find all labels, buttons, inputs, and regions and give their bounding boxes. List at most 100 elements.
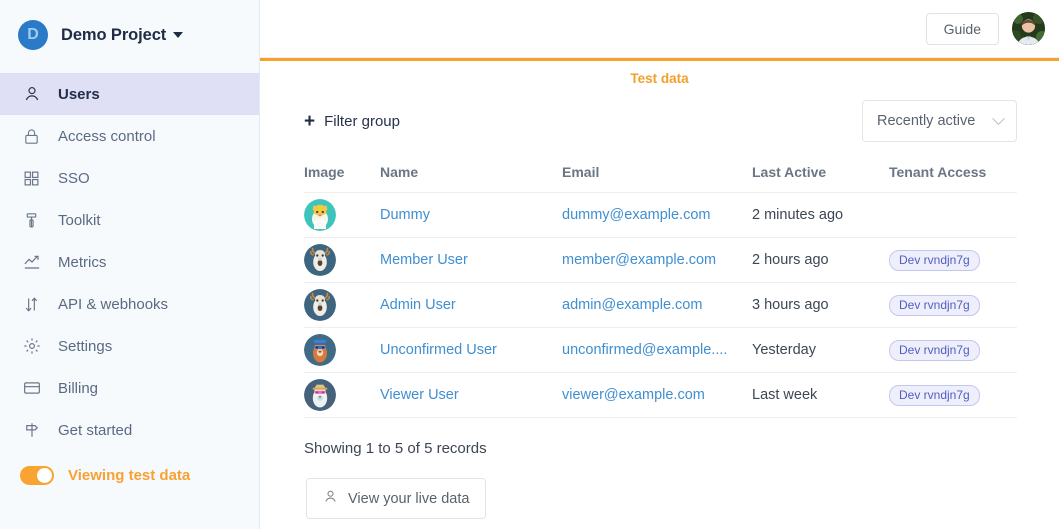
column-header-tenant-access: Tenant Access (889, 164, 987, 180)
user-name-link[interactable]: Member User (380, 252, 468, 268)
sidebar-item-billing[interactable]: Billing (0, 367, 259, 409)
credit-card-icon (22, 379, 41, 398)
chevron-down-icon (992, 111, 1005, 125)
cell-tenant-access: Dev rvndjn7g (889, 283, 1017, 328)
cell-last-active: Yesterday (752, 342, 816, 358)
toolkit-icon (22, 211, 41, 230)
cell-image (304, 238, 380, 283)
user-email-link[interactable]: unconfirmed@example.... (562, 342, 740, 358)
table-row[interactable]: Dummy dummy@example.com 2 minutes ago (304, 193, 1017, 238)
sort-select-value: Recently active (877, 113, 976, 129)
sidebar: D Demo Project Users Access control SSO … (0, 0, 260, 529)
viewing-test-data-label: Viewing test data (68, 466, 191, 484)
plus-icon: + (304, 110, 316, 132)
viewing-test-data-toggle[interactable]: Viewing test data (0, 454, 259, 496)
cell-email: admin@example.com (562, 283, 752, 328)
user-avatar-icon (304, 244, 336, 276)
sidebar-item-label: Access control (58, 127, 156, 145)
tenant-badge[interactable]: Dev rvndjn7g (889, 384, 980, 406)
table-row[interactable]: Unconfirmed User unconfirmed@example....… (304, 328, 1017, 373)
column-header-name: Name (380, 164, 419, 180)
cell-name: Member User (380, 238, 562, 283)
user-icon (22, 85, 41, 104)
sidebar-item-users[interactable]: Users (0, 73, 259, 115)
sidebar-item-label: SSO (58, 169, 90, 187)
sidebar-item-api-webhooks[interactable]: API & webhooks (0, 283, 259, 325)
cell-image (304, 193, 380, 238)
cell-name: Viewer User (380, 373, 562, 418)
topbar: Guide (260, 0, 1059, 58)
sidebar-item-access-control[interactable]: Access control (0, 115, 259, 157)
table-row[interactable]: Admin User admin@example.com 3 hours ago… (304, 283, 1017, 328)
sidebar-item-metrics[interactable]: Metrics (0, 241, 259, 283)
user-email-link[interactable]: admin@example.com (562, 297, 740, 313)
view-live-data-label: View your live data (348, 490, 470, 507)
users-table: Image Name Email Last Active Tenant Acce… (304, 164, 1017, 418)
table-row[interactable]: Member User member@example.com 2 hours a… (304, 238, 1017, 283)
sidebar-item-label: Users (58, 85, 100, 103)
column-header-email: Email (562, 164, 600, 180)
sidebar-item-label: Metrics (58, 253, 107, 271)
cell-email: viewer@example.com (562, 373, 752, 418)
guide-button[interactable]: Guide (925, 12, 999, 45)
user-email-link[interactable]: member@example.com (562, 252, 740, 268)
chevron-down-icon (173, 32, 184, 38)
gear-icon (22, 337, 41, 356)
trending-up-icon (22, 253, 41, 272)
grid-icon (22, 169, 41, 188)
signpost-icon (22, 421, 41, 440)
user-avatar-icon (304, 334, 336, 366)
app-root: D Demo Project Users Access control SSO … (0, 0, 1059, 529)
sidebar-item-settings[interactable]: Settings (0, 325, 259, 367)
cell-image (304, 328, 380, 373)
cell-tenant-access: Dev rvndjn7g (889, 373, 1017, 418)
sidebar-item-toolkit[interactable]: Toolkit (0, 199, 259, 241)
toggle-switch-icon[interactable] (20, 465, 54, 485)
sidebar-item-label: Settings (58, 337, 113, 355)
cell-tenant-access: Dev rvndjn7g (889, 238, 1017, 283)
sidebar-item-sso[interactable]: SSO (0, 157, 259, 199)
cell-email: dummy@example.com (562, 193, 752, 238)
user-name-link[interactable]: Unconfirmed User (380, 342, 497, 358)
avatar[interactable] (1012, 12, 1045, 45)
cell-email: unconfirmed@example.... (562, 328, 752, 373)
tenant-badge[interactable]: Dev rvndjn7g (889, 294, 980, 316)
records-count: Showing 1 to 5 of 5 records (304, 440, 487, 457)
project-switcher[interactable]: D Demo Project (0, 0, 259, 70)
sort-select[interactable]: Recently active (862, 100, 1017, 142)
user-name-link[interactable]: Admin User (380, 297, 456, 313)
user-name-link[interactable]: Viewer User (380, 387, 459, 403)
filter-group-label: Filter group (324, 112, 400, 130)
users-table-wrapper: Image Name Email Last Active Tenant Acce… (260, 164, 1059, 418)
cell-last-active: 3 hours ago (752, 297, 829, 313)
sidebar-item-label: Toolkit (58, 211, 101, 229)
cell-image (304, 283, 380, 328)
table-controls: + Filter group Recently active (260, 86, 1059, 142)
main-content: Guide Test data + Filter group Recently … (260, 0, 1059, 529)
cell-tenant-access (889, 193, 1017, 238)
project-avatar: D (18, 20, 48, 50)
user-email-link[interactable]: viewer@example.com (562, 387, 740, 403)
user-avatar-icon (304, 379, 336, 411)
cell-last-active: Last week (752, 387, 818, 403)
add-filter-group-button[interactable]: + Filter group (304, 112, 400, 131)
tenant-badge[interactable]: Dev rvndjn7g (889, 249, 980, 271)
table-row[interactable]: Viewer User viewer@example.com Last week… (304, 373, 1017, 418)
user-name-link[interactable]: Dummy (380, 207, 430, 223)
cell-last-active: 2 minutes ago (752, 207, 844, 223)
sidebar-item-label: Billing (58, 379, 99, 397)
user-email-link[interactable]: dummy@example.com (562, 207, 740, 223)
column-header-last-active: Last Active (752, 164, 827, 180)
user-avatar-icon (304, 199, 336, 231)
sidebar-item-get-started[interactable]: Get started (0, 409, 259, 451)
cell-image (304, 373, 380, 418)
view-live-data-button[interactable]: View your live data (306, 478, 487, 519)
cell-name: Unconfirmed User (380, 328, 562, 373)
tenant-badge[interactable]: Dev rvndjn7g (889, 339, 980, 361)
avatar-photo (1012, 12, 1045, 45)
toggle-knob (37, 467, 52, 483)
user-avatar-icon (304, 289, 336, 321)
project-name-row: Demo Project (61, 26, 184, 45)
cell-tenant-access: Dev rvndjn7g (889, 328, 1017, 373)
table-body: Dummy dummy@example.com 2 minutes ago Me… (304, 193, 1017, 418)
